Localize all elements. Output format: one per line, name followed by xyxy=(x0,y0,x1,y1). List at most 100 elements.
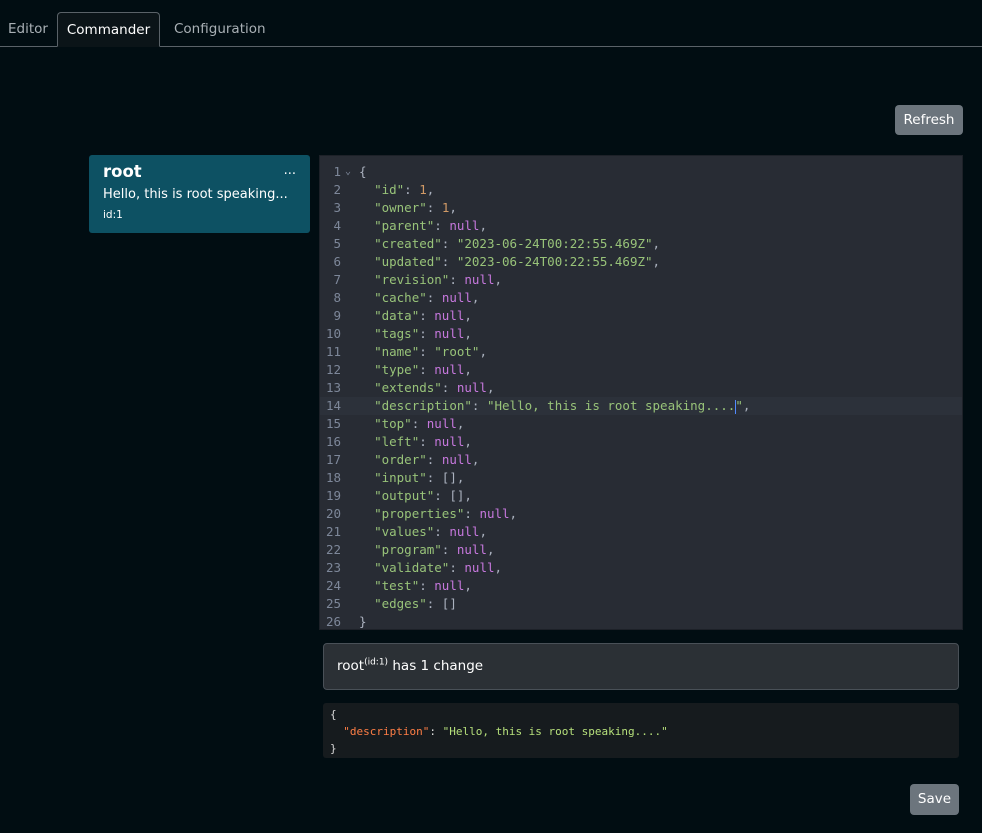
line-text: "tags": null, xyxy=(374,326,472,341)
code-line[interactable]: 9 "data": null, xyxy=(320,307,962,325)
line-number: 26 xyxy=(325,614,341,629)
code-line[interactable]: 16 "left": null, xyxy=(320,433,962,451)
line-number: 2 xyxy=(333,182,341,197)
line-text: "left": null, xyxy=(374,434,472,449)
code-line[interactable]: 15 "top": null, xyxy=(320,415,962,433)
diff-key: "description" xyxy=(343,725,430,738)
line-number: 12 xyxy=(325,362,341,377)
line-number: 3 xyxy=(333,200,341,215)
line-text: "cache": null, xyxy=(374,290,480,305)
line-number: 6 xyxy=(333,254,341,269)
line-number: 25 xyxy=(325,596,341,611)
change-node-name: root xyxy=(337,658,365,674)
refresh-button[interactable]: Refresh xyxy=(895,105,963,135)
change-text: has 1 change xyxy=(388,658,484,674)
line-number: 17 xyxy=(325,452,341,467)
line-text: "description": "Hello, this is root spea… xyxy=(374,398,751,414)
code-line[interactable]: 1 ⌄ { xyxy=(320,163,962,181)
code-line[interactable]: 8 "cache": null, xyxy=(320,289,962,307)
node-name: root xyxy=(103,162,142,181)
code-line[interactable]: 11 "name": "root", xyxy=(320,343,962,361)
change-summary: root(id:1) has 1 change xyxy=(323,643,959,690)
line-text: } xyxy=(359,614,367,629)
fold-chevron-icon[interactable]: ⌄ xyxy=(345,163,351,181)
line-number: 7 xyxy=(333,272,341,287)
json-editor[interactable]: 1 ⌄{2 "id": 1, 3 "owner": 1, 4 "parent": nu… xyxy=(319,155,963,630)
line-number: 21 xyxy=(325,524,341,539)
code-line[interactable]: 21 "values": null, xyxy=(320,523,962,541)
line-number: 14 xyxy=(325,398,341,413)
line-text: "edges": [] xyxy=(374,596,457,611)
line-text: "created": "2023-06-24T00:22:55.469Z", xyxy=(374,236,661,251)
line-number: 8 xyxy=(333,290,341,305)
code-line[interactable]: 14 "description": "Hello, this is root s… xyxy=(320,397,962,415)
line-text: "validate": null, xyxy=(374,560,503,575)
line-number: 24 xyxy=(325,578,341,593)
code-line[interactable]: 20 "properties": null, xyxy=(320,505,962,523)
line-text: "values": null, xyxy=(374,524,487,539)
code-line[interactable]: 26} xyxy=(320,613,962,631)
diff-open-brace: { xyxy=(330,708,337,721)
line-text: "updated": "2023-06-24T00:22:55.469Z", xyxy=(374,254,661,269)
code-line[interactable]: 6 "updated": "2023-06-24T00:22:55.469Z", xyxy=(320,253,962,271)
line-text: { xyxy=(359,164,367,179)
change-diff: { "description": "Hello, this is root sp… xyxy=(323,703,959,758)
code-line[interactable]: 25 "edges": [] xyxy=(320,595,962,613)
code-line[interactable]: 12 "type": null, xyxy=(320,361,962,379)
line-text: "type": null, xyxy=(374,362,472,377)
code-line[interactable]: 24 "test": null, xyxy=(320,577,962,595)
node-card[interactable]: root ... Hello, this is root speaking...… xyxy=(89,155,310,233)
code-line[interactable]: 19 "output": [], xyxy=(320,487,962,505)
diff-line: "description": "Hello, this is root spea… xyxy=(330,723,952,740)
line-number: 13 xyxy=(325,380,341,395)
code-lines[interactable]: 1 ⌄{2 "id": 1, 3 "owner": 1, 4 "parent": nu… xyxy=(320,163,962,631)
tab-bar: Editor Commander Configuration xyxy=(0,0,982,47)
line-text: "order": null, xyxy=(374,452,480,467)
diff-value: "Hello, this is root speaking...." xyxy=(442,725,668,738)
line-text: "input": [], xyxy=(374,470,465,485)
save-button[interactable]: Save xyxy=(910,784,959,815)
line-text: "test": null, xyxy=(374,578,472,593)
line-number: 18 xyxy=(325,470,341,485)
code-line[interactable]: 18 "input": [], xyxy=(320,469,962,487)
tab-commander[interactable]: Commander xyxy=(57,12,160,47)
code-line[interactable]: 2 "id": 1, xyxy=(320,181,962,199)
code-line[interactable]: 23 "validate": null, xyxy=(320,559,962,577)
line-text: "program": null, xyxy=(374,542,495,557)
line-text: "output": [], xyxy=(374,488,472,503)
code-line[interactable]: 10 "tags": null, xyxy=(320,325,962,343)
line-text: "data": null, xyxy=(374,308,472,323)
line-number: 10 xyxy=(325,326,341,341)
node-id: id:1 xyxy=(103,209,123,221)
line-number: 9 xyxy=(333,308,341,323)
line-number: 19 xyxy=(325,488,341,503)
code-line[interactable]: 3 "owner": 1, xyxy=(320,199,962,217)
line-number: 20 xyxy=(325,506,341,521)
node-menu-button[interactable]: ... xyxy=(284,163,296,178)
line-text: "extends": null, xyxy=(374,380,495,395)
line-text: "top": null, xyxy=(374,416,465,431)
line-number: 5 xyxy=(333,236,341,251)
line-text: "properties": null, xyxy=(374,506,518,521)
line-text: "parent": null, xyxy=(374,218,487,233)
code-line[interactable]: 5 "created": "2023-06-24T00:22:55.469Z", xyxy=(320,235,962,253)
code-line[interactable]: 17 "order": null, xyxy=(320,451,962,469)
code-line[interactable]: 4 "parent": null, xyxy=(320,217,962,235)
line-number: 22 xyxy=(325,542,341,557)
line-text: "id": 1, xyxy=(374,182,435,197)
line-number: 15 xyxy=(325,416,341,431)
line-number: 23 xyxy=(325,560,341,575)
line-number: 4 xyxy=(333,218,341,233)
line-text: "name": "root", xyxy=(374,344,487,359)
diff-sep: : xyxy=(429,725,443,738)
line-text: "owner": 1, xyxy=(374,200,457,215)
tab-editor[interactable]: Editor xyxy=(0,12,56,46)
diff-close-brace: } xyxy=(330,742,337,755)
line-number: 16 xyxy=(325,434,341,449)
code-line[interactable]: 13 "extends": null, xyxy=(320,379,962,397)
code-line[interactable]: 7 "revision": null, xyxy=(320,271,962,289)
tab-configuration[interactable]: Configuration xyxy=(166,12,274,46)
line-text: "revision": null, xyxy=(374,272,503,287)
code-line[interactable]: 22 "program": null, xyxy=(320,541,962,559)
line-number: 11 xyxy=(325,344,341,359)
